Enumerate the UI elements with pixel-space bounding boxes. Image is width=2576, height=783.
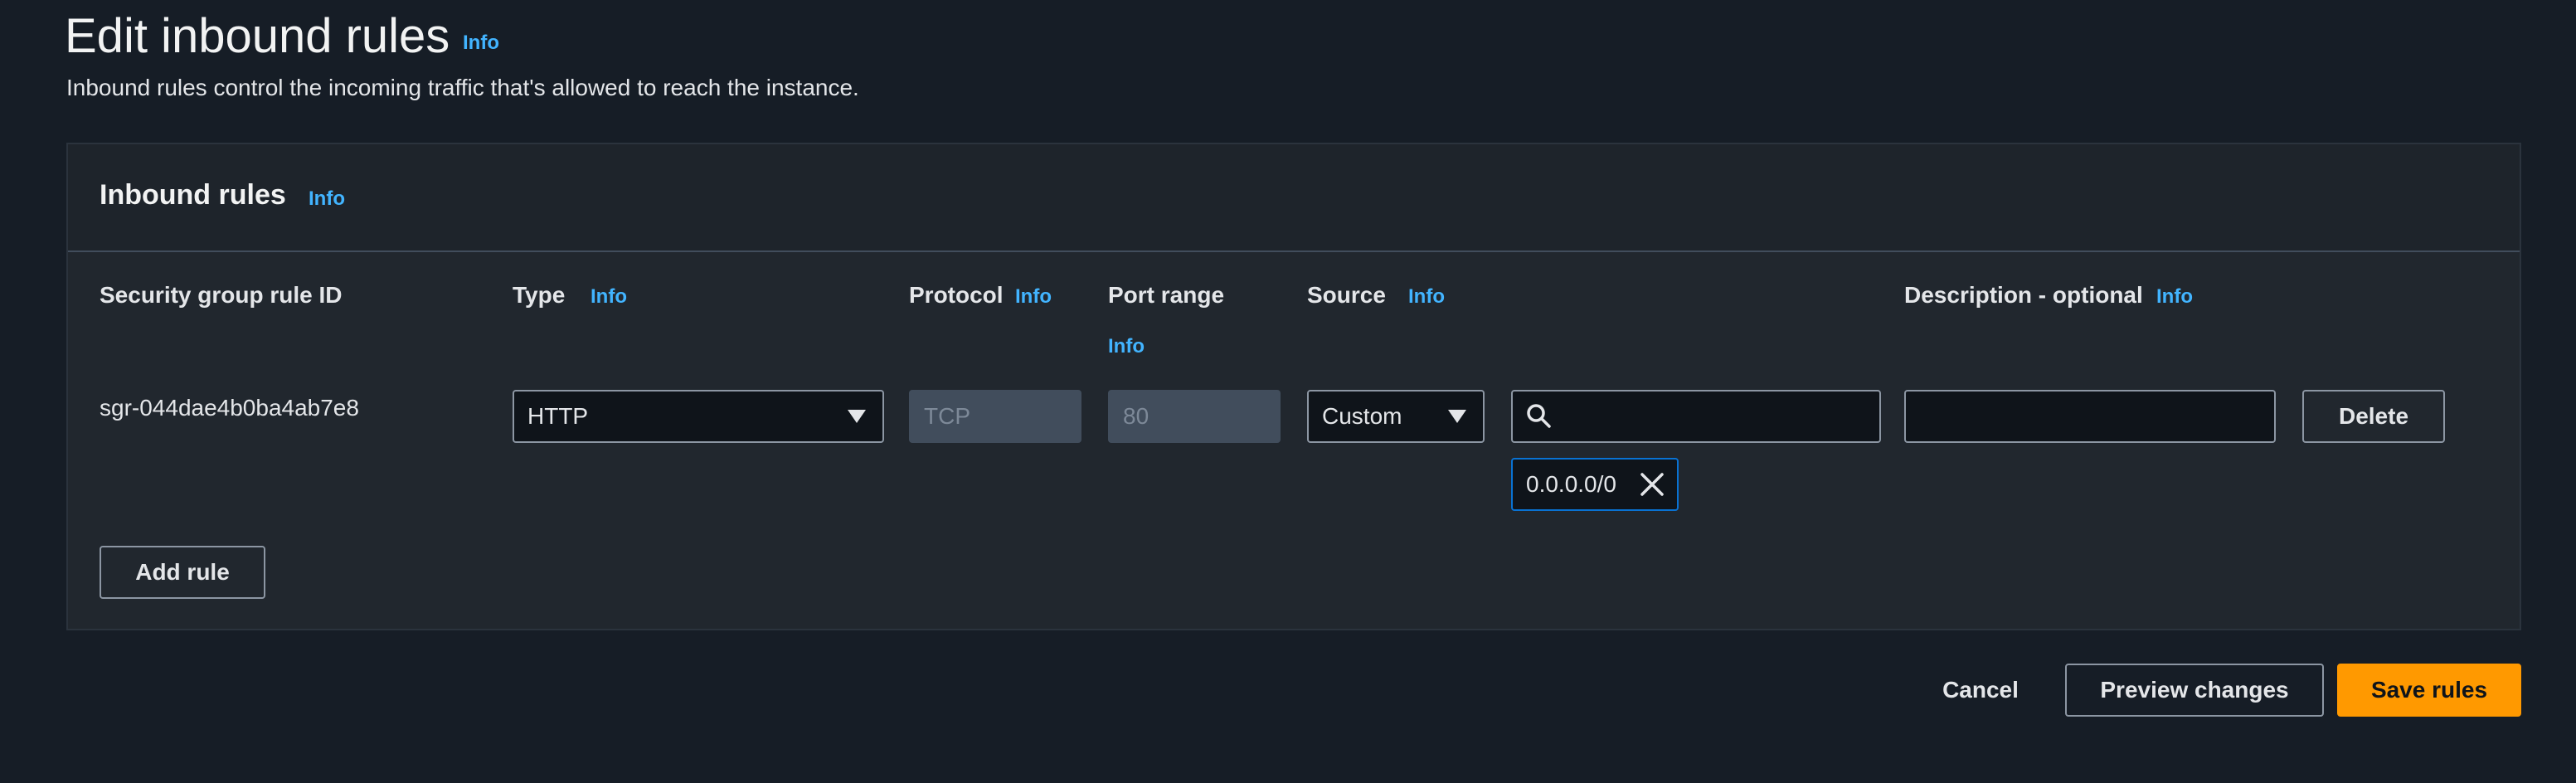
column-header-port-range: Port range bbox=[1108, 282, 1225, 308]
preview-changes-button[interactable]: Preview changes bbox=[2065, 664, 2324, 717]
column-header-source: Source bbox=[1307, 282, 1386, 308]
caret-down-icon bbox=[848, 410, 866, 423]
source-type-select-value: Custom bbox=[1322, 403, 1402, 429]
panel-header: Inbound rules Info bbox=[68, 144, 2520, 252]
source-search-input[interactable] bbox=[1511, 390, 1881, 443]
panel-title-info-link[interactable]: Info bbox=[309, 187, 345, 211]
description-input[interactable] bbox=[1904, 390, 2276, 443]
rule-id: sgr-044dae4b0ba4ab7e8 bbox=[100, 395, 359, 421]
source-search-wrap bbox=[1511, 390, 1881, 443]
port-range-info-link[interactable]: Info bbox=[1108, 335, 1145, 358]
column-header-rule-id: Security group rule ID bbox=[100, 282, 343, 308]
save-rules-button[interactable]: Save rules bbox=[2337, 664, 2521, 717]
protocol-info-link[interactable]: Info bbox=[1015, 285, 1052, 309]
caret-down-icon bbox=[1448, 410, 1466, 423]
delete-rule-button[interactable]: Delete bbox=[2302, 390, 2445, 443]
add-rule-button[interactable]: Add rule bbox=[100, 546, 265, 599]
port-range-field: 80 bbox=[1108, 390, 1281, 443]
inbound-rules-panel: Inbound rules Info Security group rule I… bbox=[66, 143, 2521, 630]
column-header-type: Type bbox=[513, 282, 566, 308]
page-title: Edit inbound rules bbox=[65, 9, 450, 63]
column-header-protocol: Protocol bbox=[909, 282, 1004, 308]
type-select-value: HTTP bbox=[527, 403, 589, 429]
column-header-description: Description - optional bbox=[1904, 282, 2143, 308]
type-select[interactable]: HTTP bbox=[513, 390, 884, 443]
protocol-field: TCP bbox=[909, 390, 1081, 443]
source-type-select[interactable]: Custom bbox=[1307, 390, 1485, 443]
page-description: Inbound rules control the incoming traff… bbox=[66, 75, 859, 100]
type-info-link[interactable]: Info bbox=[591, 285, 627, 309]
search-icon bbox=[1527, 404, 1551, 428]
cancel-button[interactable]: Cancel bbox=[1929, 664, 2032, 717]
panel-title: Inbound rules bbox=[100, 179, 286, 211]
page-title-info-link[interactable]: Info bbox=[463, 32, 499, 55]
page: Edit inbound rules Info Inbound rules co… bbox=[0, 0, 2576, 783]
close-icon[interactable] bbox=[1639, 471, 1665, 498]
source-info-link[interactable]: Info bbox=[1408, 285, 1445, 309]
source-token-label: 0.0.0.0/0 bbox=[1526, 471, 1616, 497]
description-info-link[interactable]: Info bbox=[2156, 285, 2193, 309]
source-token: 0.0.0.0/0 bbox=[1511, 458, 1679, 511]
